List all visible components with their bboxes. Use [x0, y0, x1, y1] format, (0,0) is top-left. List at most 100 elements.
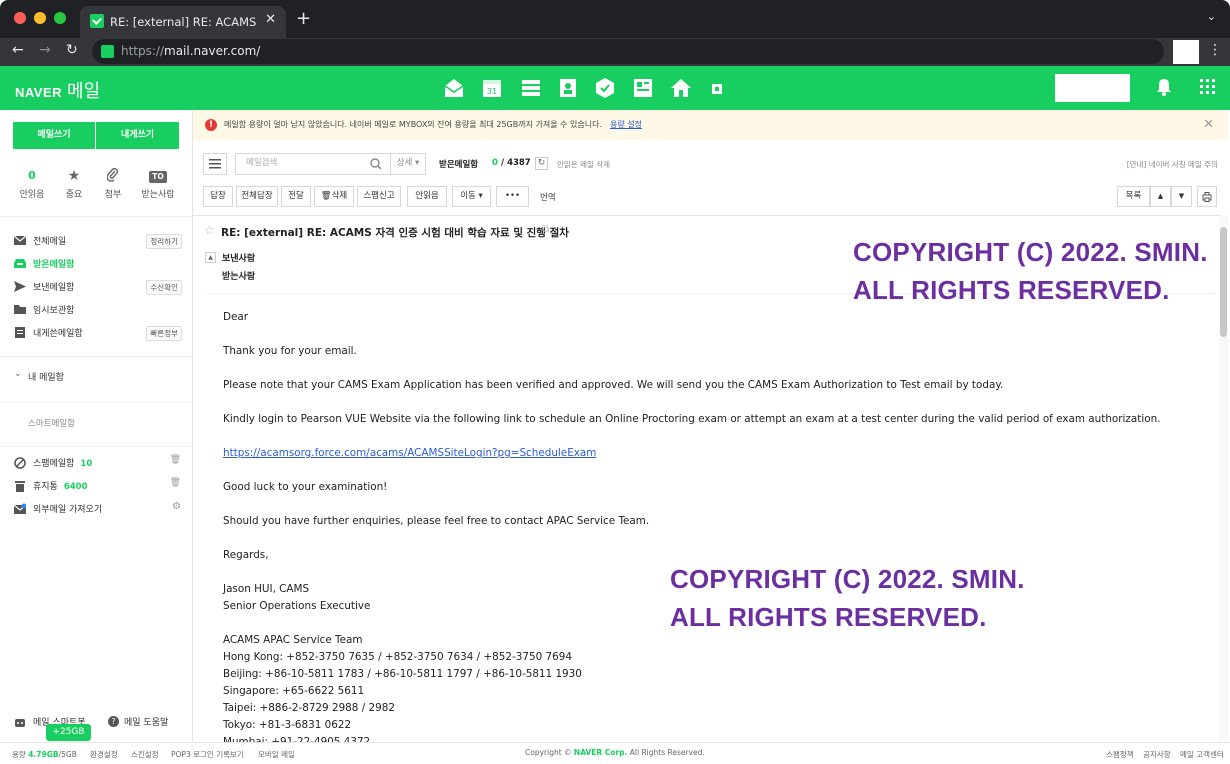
browser-menu-icon[interactable]: ⋮ — [1208, 42, 1222, 58]
schedule-exam-link[interactable]: https://acamsorg.force.com/acams/ACAMSSi… — [223, 445, 1160, 462]
home-app-icon[interactable] — [670, 77, 692, 99]
empty-trash-icon[interactable]: 🗑 — [170, 478, 181, 488]
more-actions-button[interactable]: ••• — [496, 186, 529, 207]
browser-tab[interactable]: RE: [external] RE: ACAMS 자격 인증 시험 ✕ — [80, 6, 286, 38]
gear-icon[interactable]: ⚙ — [172, 501, 181, 512]
my-mailbox-toggle[interactable]: ⌄ 내 메일함 — [14, 368, 184, 386]
grid-menu-icon[interactable] — [1200, 79, 1215, 94]
calendar-app-icon[interactable]: 31 — [481, 77, 503, 99]
list-app-icon[interactable] — [520, 77, 542, 99]
contacts-app-icon[interactable] — [557, 77, 579, 99]
address-bar[interactable]: https://mail.naver.com/ — [92, 39, 1164, 64]
trash-count: 6400 — [63, 482, 88, 492]
menu-toggle-button[interactable] — [203, 153, 227, 175]
mail-subject: RE: [external] RE: ACAMS 자격 인증 시험 대비 학습 … — [221, 227, 569, 239]
empty-spam-icon[interactable]: 🗑 — [170, 455, 181, 465]
folder-drafts[interactable]: 임시보관함 — [14, 301, 184, 319]
spam-policy-link[interactable]: 스팸정책 — [1106, 749, 1134, 760]
refresh-icon[interactable]: ↻ — [535, 157, 548, 170]
delete-unread-link[interactable]: 안읽은 메일 삭제 — [557, 159, 610, 170]
folder-sent[interactable]: 보낸메일함 수신확인 — [14, 278, 184, 296]
app-window: RE: [external] RE: ACAMS 자격 인증 시험 ✕ + ⌄ … — [0, 0, 1230, 764]
total-count: / 4387 — [501, 158, 531, 168]
forward-button[interactable]: 전달 — [281, 186, 311, 207]
my-mailbox-label: 내 메일함 — [28, 373, 64, 383]
box-app-icon[interactable] — [594, 77, 616, 99]
divider — [193, 215, 1219, 216]
quick-attachment[interactable]: 첨부 — [93, 168, 133, 200]
svg-text:31: 31 — [487, 87, 497, 96]
print-icon[interactable] — [1197, 186, 1217, 207]
body-paragraph: Kindly login to Pearson VUE Website via … — [223, 413, 1161, 425]
link-icon[interactable]: ⧉ — [542, 224, 549, 235]
collapse-header-icon[interactable]: ▲ — [205, 252, 216, 263]
reload-icon[interactable]: ↻ — [66, 42, 78, 58]
user-profile-box[interactable] — [1055, 74, 1130, 102]
translate-link[interactable]: 번역 — [540, 191, 556, 203]
close-icon[interactable]: ✕ — [1203, 117, 1214, 132]
more-app-icon[interactable] — [706, 77, 728, 99]
reply-all-button[interactable]: 전체답장 — [236, 186, 278, 207]
organize-button[interactable]: 정리하기 — [146, 234, 182, 249]
move-dropdown[interactable]: 이동 ▾ — [452, 186, 491, 207]
quick-important[interactable]: ★ 중요 — [54, 168, 94, 200]
folder-to-me[interactable]: 내게쓴메일함 빠른정부 — [14, 324, 184, 342]
zoom-window-button[interactable] — [54, 12, 66, 24]
notice-link[interactable]: 공지사항 — [1143, 749, 1171, 760]
body-paragraph: Thank you for your email. — [223, 345, 357, 357]
folder-trash[interactable]: 휴지통 6400 🗑 — [14, 477, 184, 495]
external-mail[interactable]: 외부메일 가져오기 ⚙ — [14, 500, 184, 518]
folder-name: 내게쓴메일함 — [33, 329, 83, 339]
list-button[interactable]: 목록 — [1117, 186, 1150, 207]
support-link[interactable]: 메일 고객센터 — [1180, 749, 1224, 760]
phone-line: Beijing: +86-10-5811 1783 / +86-10-5811 … — [223, 668, 582, 680]
next-mail-icon[interactable]: ▼ — [1171, 186, 1192, 207]
write-mail-button[interactable]: 메일쓰기 — [13, 122, 95, 149]
bell-icon[interactable] — [1156, 78, 1172, 96]
search-input[interactable]: 메일검색 — [235, 153, 391, 175]
minimize-window-button[interactable] — [34, 12, 46, 24]
quota-settings-link[interactable]: 용량 설정 — [610, 120, 642, 129]
tab-close-icon[interactable]: ✕ — [265, 12, 276, 27]
star-toggle-icon[interactable]: ☆ — [204, 223, 215, 237]
new-tab-icon[interactable]: + — [296, 8, 311, 29]
phishing-notice-link[interactable]: [안내] 네이버 사칭 메일 주의 — [1127, 159, 1218, 170]
help-link[interactable]: ? 메일 도움말 — [108, 713, 188, 731]
smart-mailbox[interactable]: 스마트메일함 — [14, 415, 184, 433]
unread-count: 0 — [492, 158, 498, 168]
memo-app-icon[interactable] — [632, 77, 654, 99]
quick-to-me[interactable]: TO 받는사람 — [138, 168, 178, 200]
write-to-me-button[interactable]: 내게쓰기 — [96, 122, 179, 149]
settings-link[interactable]: 환경설정 — [90, 749, 118, 760]
quick-unread[interactable]: 0 안읽음 — [12, 168, 52, 200]
search-icon[interactable] — [370, 158, 382, 170]
scrollbar[interactable] — [1219, 215, 1228, 742]
skin-link[interactable]: 스킨설정 — [131, 749, 159, 760]
mail-app-icon[interactable] — [443, 77, 465, 99]
folder-spam[interactable]: 스팸메일함 10 🗑 — [14, 454, 184, 472]
report-spam-button[interactable]: 스팸신고 — [357, 186, 401, 207]
forward-icon[interactable]: → — [39, 42, 51, 58]
close-window-button[interactable] — [14, 12, 26, 24]
back-icon[interactable]: ← — [12, 42, 24, 58]
pop3-log-link[interactable]: POP3 로그인 기록보기 — [171, 749, 244, 760]
folder-all-mail[interactable]: 전체메일 정리하기 — [14, 232, 184, 250]
reply-button[interactable]: 답장 — [203, 186, 233, 207]
mark-unread-button[interactable]: 안읽음 — [407, 186, 447, 207]
folder-inbox[interactable]: 받은메일함 — [14, 255, 184, 273]
tab-search-icon[interactable]: ⌄ — [1207, 10, 1216, 23]
to-label: 받는사람 — [222, 272, 256, 282]
copyright-watermark: COPYRIGHT (C) 2022. SMIN. ALL RIGHTS RES… — [670, 564, 1025, 632]
quick-label: 안읽음 — [19, 190, 45, 200]
quick-file-button[interactable]: 빠른정부 — [146, 326, 182, 341]
mobile-mail-link[interactable]: 모바일 메일 — [258, 749, 295, 760]
delete-button[interactable]: 🗑삭제 — [314, 186, 354, 207]
previous-mail-icon[interactable]: ▲ — [1150, 186, 1171, 207]
advanced-search-dropdown[interactable]: 상세 ▾ — [390, 153, 426, 175]
scrollbar-thumb[interactable] — [1220, 227, 1227, 337]
read-receipt-button[interactable]: 수신확인 — [146, 280, 182, 295]
extension-icon[interactable] — [1173, 40, 1199, 64]
copyright-watermark: COPYRIGHT (C) 2022. SMIN. ALL RIGHTS RES… — [853, 237, 1208, 305]
quota-upgrade-badge[interactable]: +25GB — [46, 724, 91, 741]
naver-mail-logo[interactable]: NAVER 메일 — [15, 77, 100, 103]
